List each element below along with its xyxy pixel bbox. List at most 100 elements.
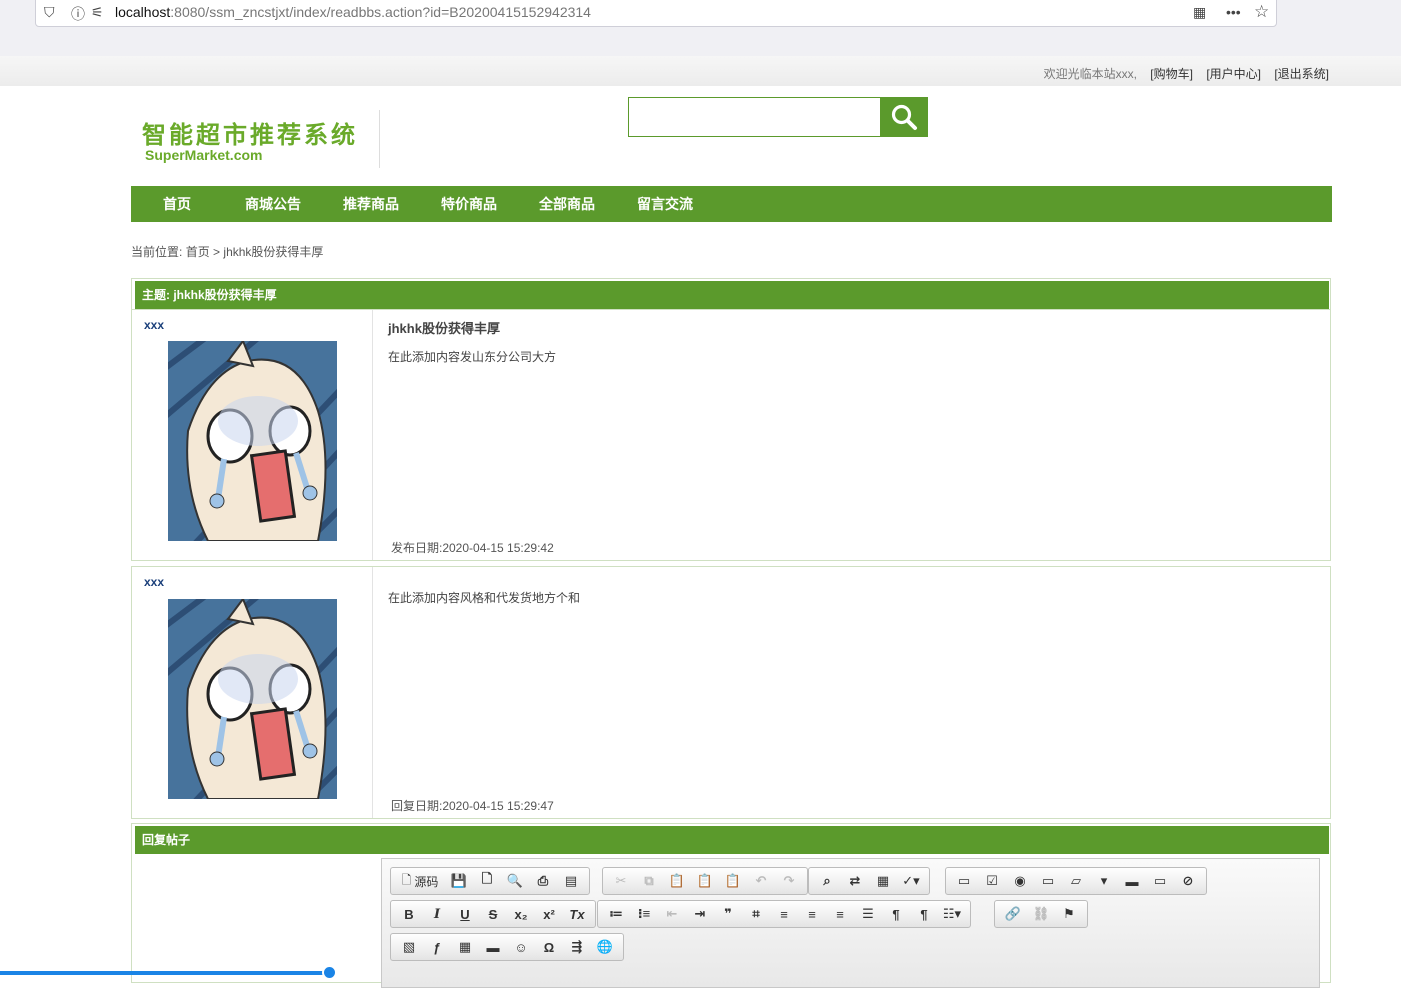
thread-panel: 主题: jhkhk股份获得丰厚 xyxy=(131,278,1331,310)
breadcrumb-prefix: 当前位置: xyxy=(131,245,183,259)
thread-subject: 主题: jhkhk股份获得丰厚 xyxy=(135,281,1329,309)
more-icon[interactable]: ••• xyxy=(1226,4,1241,20)
button-icon[interactable]: ▬ xyxy=(1118,870,1146,892)
paste-icon[interactable]: 📋 xyxy=(663,870,691,892)
form-icon[interactable]: ▭ xyxy=(950,870,978,892)
logo-subtitle[interactable]: SuperMarket.com xyxy=(145,147,262,163)
align-right-icon[interactable]: ≡ xyxy=(826,903,854,925)
unlink-icon[interactable]: ⛓ xyxy=(1027,903,1055,925)
subscript-icon[interactable]: x₂ xyxy=(507,903,535,925)
ltr-icon[interactable]: ¶ xyxy=(882,903,910,925)
source-label: 源码 xyxy=(414,874,439,889)
post-date: 发布日期:2020-04-15 15:29:42 xyxy=(391,541,554,555)
language-icon[interactable]: ☷▾ xyxy=(938,903,966,925)
hidden-field-icon[interactable]: ⊘ xyxy=(1174,870,1202,892)
preview-icon[interactable]: 🔍 xyxy=(501,870,529,892)
logo-title[interactable]: 智能超市推荐系统 xyxy=(142,115,358,150)
nav-recommended[interactable]: 推荐商品 xyxy=(343,186,399,222)
avatar xyxy=(168,599,337,799)
paste-text-icon[interactable]: 📋 xyxy=(691,870,719,892)
qr-code-icon[interactable]: ▦ xyxy=(1193,4,1206,21)
search-icon xyxy=(891,104,917,130)
url-text[interactable]: localhost:8080/ssm_zncstjxt/index/readbb… xyxy=(115,4,591,20)
paste-word-icon[interactable]: 📋 xyxy=(719,870,747,892)
image-button-icon[interactable]: ▭ xyxy=(1146,870,1174,892)
smiley-icon[interactable]: ☺ xyxy=(507,936,535,958)
search-input[interactable] xyxy=(628,97,881,137)
print-icon[interactable]: ⎙ xyxy=(529,870,557,892)
progress-handle[interactable] xyxy=(322,965,337,980)
toolbar-links: 🔗 ⛓ ⚑ xyxy=(994,900,1088,928)
nav-home[interactable]: 首页 xyxy=(163,186,191,222)
url-host: localhost xyxy=(115,4,171,20)
select-icon[interactable]: ▾ xyxy=(1090,870,1118,892)
align-center-icon[interactable]: ≡ xyxy=(798,903,826,925)
user-center-link[interactable]: [用户中心] xyxy=(1206,67,1261,81)
copy-icon[interactable]: ⧉ xyxy=(635,870,663,892)
horizontal-rule-icon[interactable]: ▬ xyxy=(479,936,507,958)
remove-format-icon[interactable]: Tx xyxy=(563,903,591,925)
select-all-icon[interactable]: ▦ xyxy=(869,870,897,892)
toolbar-forms: ▭ ☑ ◉ ▭ ▱ ▾ ▬ ▭ ⊘ xyxy=(945,867,1207,895)
nav-all-products[interactable]: 全部商品 xyxy=(539,186,595,222)
textarea-icon[interactable]: ▱ xyxy=(1062,870,1090,892)
breadcrumb-home[interactable]: 首页 xyxy=(186,245,210,259)
bookmark-star-icon[interactable]: ☆ xyxy=(1254,2,1269,22)
page-break-icon[interactable]: ⇶ xyxy=(563,936,591,958)
avatar xyxy=(168,341,337,541)
numbered-list-icon[interactable]: ≔ xyxy=(602,903,630,925)
nav-messages[interactable]: 留言交流 xyxy=(637,186,693,222)
toolbar-basicstyles: B I U S x₂ x² Tx xyxy=(390,900,596,928)
div-container-icon[interactable]: ⌗ xyxy=(742,903,770,925)
shield-icon[interactable]: ⛉ xyxy=(44,4,55,21)
undo-icon[interactable]: ↶ xyxy=(747,870,775,892)
outdent-icon[interactable]: ⇤ xyxy=(658,903,686,925)
templates-icon[interactable]: ▤ xyxy=(557,870,585,892)
rtl-icon[interactable]: ¶ xyxy=(910,903,938,925)
checkbox-icon[interactable]: ☑ xyxy=(978,870,1006,892)
image-icon[interactable]: ▧ xyxy=(395,936,423,958)
italic-icon[interactable]: I xyxy=(423,903,451,925)
indent-icon[interactable]: ⇥ xyxy=(686,903,714,925)
main-nav: 首页 商城公告 推荐商品 特价商品 全部商品 留言交流 xyxy=(131,186,1332,222)
reply-date: 回复日期:2020-04-15 15:29:47 xyxy=(391,799,554,813)
permissions-icon[interactable]: ⚟ xyxy=(91,4,104,21)
info-icon[interactable]: ⓘ xyxy=(71,4,85,24)
cart-link[interactable]: [购物车] xyxy=(1150,67,1193,81)
spellcheck-icon[interactable]: ✓▾ xyxy=(897,870,925,892)
nav-specials[interactable]: 特价商品 xyxy=(441,186,497,222)
rich-text-editor[interactable]: 🗋 源码 💾 🗋 🔍 ⎙ ▤ ✂ ⧉ 📋 📋 📋 ↶ ↷ ⌕ ⇄ ▦ ✓▾ ▭ ☑… xyxy=(381,858,1320,988)
find-icon[interactable]: ⌕ xyxy=(813,870,841,892)
source-button[interactable]: 🗋 源码 xyxy=(395,870,445,892)
new-page-icon[interactable]: 🗋 xyxy=(473,870,501,892)
toolbar-insert: ▧ ƒ ▦ ▬ ☺ Ω ⇶ 🌐 xyxy=(390,933,624,961)
blockquote-icon[interactable]: ❞ xyxy=(714,903,742,925)
replace-icon[interactable]: ⇄ xyxy=(841,870,869,892)
search-button[interactable] xyxy=(880,97,928,137)
underline-icon[interactable]: U xyxy=(451,903,479,925)
bulleted-list-icon[interactable]: ⁝≡ xyxy=(630,903,658,925)
save-icon[interactable]: 💾 xyxy=(445,870,473,892)
align-left-icon[interactable]: ≡ xyxy=(770,903,798,925)
anchor-icon[interactable]: ⚑ xyxy=(1055,903,1083,925)
iframe-icon[interactable]: 🌐 xyxy=(591,936,619,958)
flash-icon[interactable]: ƒ xyxy=(423,936,451,958)
justify-icon[interactable]: ☰ xyxy=(854,903,882,925)
reply-head: 回复帖子 xyxy=(135,826,1329,854)
strike-icon[interactable]: S xyxy=(479,903,507,925)
bold-icon[interactable]: B xyxy=(395,903,423,925)
superscript-icon[interactable]: x² xyxy=(535,903,563,925)
special-char-icon[interactable]: Ω xyxy=(535,936,563,958)
table-icon[interactable]: ▦ xyxy=(451,936,479,958)
logout-link[interactable]: [退出系统] xyxy=(1274,67,1329,81)
toolbar-clipboard: ✂ ⧉ 📋 📋 📋 ↶ ↷ xyxy=(602,867,808,895)
address-bar[interactable]: ⛉ ⓘ ⚟ localhost:8080/ssm_zncstjxt/index/… xyxy=(35,0,1277,27)
welcome-text: 欢迎光临本站xxx, xyxy=(1043,67,1137,81)
redo-icon[interactable]: ↷ xyxy=(775,870,803,892)
textfield-icon[interactable]: ▭ xyxy=(1034,870,1062,892)
link-icon[interactable]: 🔗 xyxy=(999,903,1027,925)
nav-announcements[interactable]: 商城公告 xyxy=(245,186,301,222)
cut-icon[interactable]: ✂ xyxy=(607,870,635,892)
progress-bar[interactable] xyxy=(0,971,330,975)
radio-icon[interactable]: ◉ xyxy=(1006,870,1034,892)
